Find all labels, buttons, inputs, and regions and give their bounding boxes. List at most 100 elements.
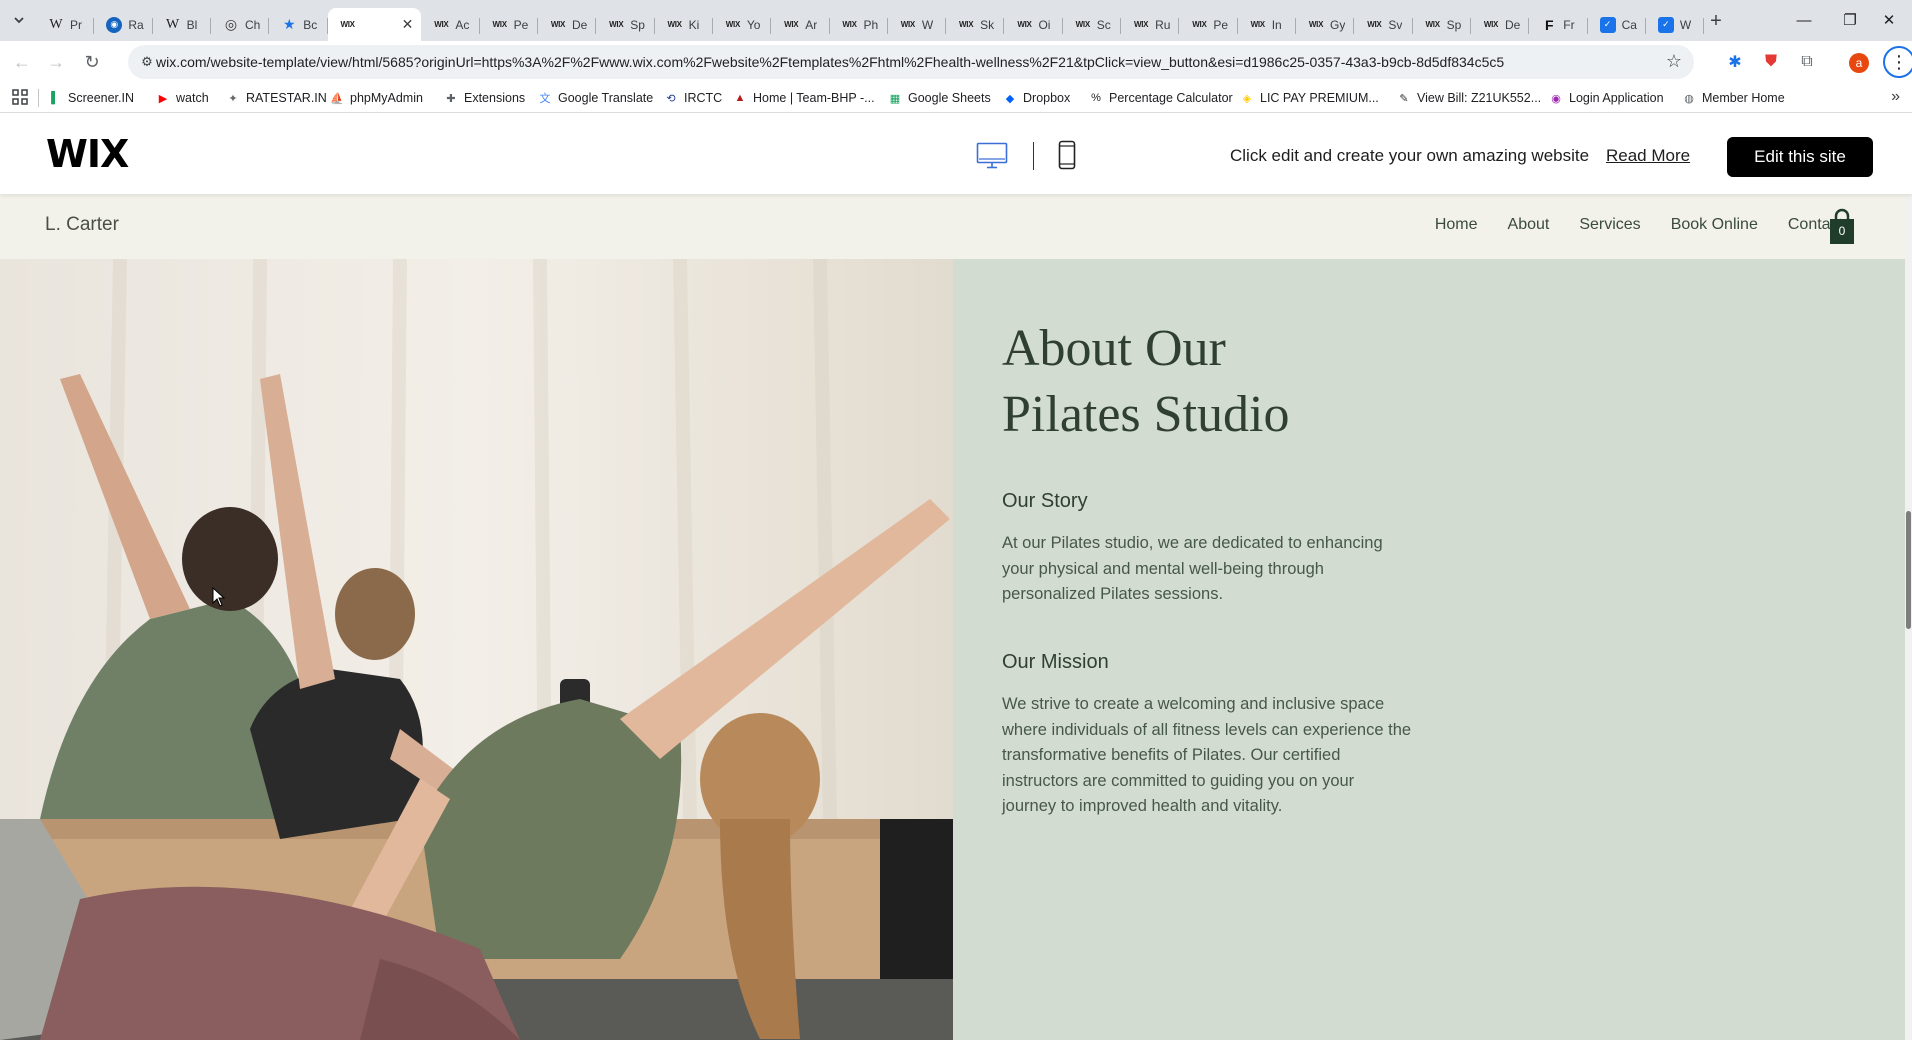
browser-tab[interactable]: WIX Ru: [1121, 8, 1180, 41]
nav-item-book-online[interactable]: Book Online: [1671, 216, 1758, 234]
mobile-view-icon[interactable]: [1058, 140, 1076, 170]
url-text[interactable]: wix.com/website-template/view/html/5685?…: [156, 54, 1504, 70]
tab-title: Sp: [1446, 17, 1462, 32]
browser-tab[interactable]: WIX W: [888, 8, 947, 41]
browser-tab[interactable]: WIX In: [1238, 8, 1297, 41]
browser-tab[interactable]: W Bl: [153, 8, 211, 41]
browser-tab[interactable]: WIX Pe: [480, 8, 538, 41]
browser-tab[interactable]: F Fr: [1529, 8, 1588, 41]
bookmark-label: Percentage Calculator: [1109, 91, 1233, 105]
back-button[interactable]: ←: [8, 48, 36, 76]
tab-title: Ar: [805, 17, 818, 32]
login-icon: ◉: [1551, 92, 1561, 105]
our-story-text: At our Pilates studio, we are dedicated …: [1002, 534, 1383, 603]
about-section: About Our Pilates Studio Our Story At ou…: [953, 259, 1905, 1040]
site-info-icon[interactable]: ⚙: [138, 53, 156, 71]
scrollbar-thumb[interactable]: [1906, 511, 1911, 629]
edit-this-site-button[interactable]: Edit this site: [1727, 137, 1873, 177]
bookmark-item[interactable]: ▌ Screener.IN: [48, 89, 134, 107]
bookmark-item[interactable]: ◈ LIC PAY PREMIUM...: [1240, 89, 1379, 107]
wix-favicon-icon: WIX: [1308, 20, 1324, 29]
extension-icon[interactable]: ✱: [1723, 50, 1747, 74]
ratestar-icon: ✦: [228, 92, 238, 105]
browser-tab[interactable]: WIX Sk: [946, 8, 1005, 41]
tab-title: De: [1504, 17, 1521, 32]
browser-tab[interactable]: WIX Ph: [830, 8, 888, 41]
wix-favicon-icon: WIX: [1250, 20, 1266, 29]
close-tab-icon[interactable]: ✕: [402, 16, 414, 33]
tab-search-button[interactable]: [6, 8, 32, 32]
browser-tab[interactable]: W Pr: [36, 8, 95, 41]
browser-tab[interactable]: WIX De: [1471, 8, 1530, 41]
wix-favicon-icon: WIX: [1017, 20, 1032, 29]
bookmark-item[interactable]: ✦ RATESTAR.IN: [226, 89, 326, 107]
tab-title: Ac: [455, 17, 470, 32]
browser-tab[interactable]: ✓ Ca: [1588, 8, 1646, 41]
bookmark-item[interactable]: ⟲ IRCTC: [664, 89, 722, 107]
address-bar[interactable]: ⚙ wix.com/website-template/view/html/568…: [128, 45, 1694, 79]
browser-tab[interactable]: WIX Pe: [1179, 8, 1238, 41]
site-brand[interactable]: L. Carter: [45, 214, 119, 236]
browser-tab-active[interactable]: WIX ✕: [327, 8, 422, 41]
forward-button[interactable]: →: [42, 48, 70, 76]
bookmarks-bar: » ▌ Screener.IN ▶ watch ✦ RATESTAR.IN ⛵ phpMyAd…: [0, 83, 1912, 113]
nav-item-about[interactable]: About: [1508, 216, 1550, 234]
read-more-link[interactable]: Read More: [1606, 146, 1690, 166]
nav-item-services[interactable]: Services: [1579, 216, 1640, 234]
bookmark-item[interactable]: ◆ Dropbox: [1003, 89, 1070, 107]
tab-title: De: [571, 17, 588, 32]
browser-tab[interactable]: ✓ W: [1646, 8, 1705, 41]
bookmark-item[interactable]: ◉ Login Application: [1549, 89, 1663, 107]
bookmark-label: Home | Team-BHP -...: [753, 91, 875, 105]
apps-grid-icon[interactable]: [12, 89, 28, 105]
wix-favicon-icon: WIX: [667, 20, 682, 29]
minimize-icon: —: [1796, 11, 1812, 29]
browser-tab[interactable]: ★ Bc: [269, 8, 328, 41]
new-tab-button[interactable]: +: [1704, 9, 1728, 33]
browser-tab[interactable]: WIX Gy: [1296, 8, 1355, 41]
wix-favicon-icon: WIX: [784, 20, 799, 29]
wix-favicon-icon: WIX: [1483, 20, 1499, 29]
browser-tab[interactable]: ◉ Ra: [94, 8, 153, 41]
bookmark-star-icon[interactable]: ☆: [1666, 51, 1682, 72]
browser-toolbar: ← → ↻ ⚙ wix.com/website-template/view/ht…: [0, 41, 1912, 83]
bookmark-label: IRCTC: [684, 91, 723, 105]
browser-tab[interactable]: WIX Sp: [596, 8, 655, 41]
close-window-button[interactable]: ✕: [1866, 6, 1912, 34]
bookmark-item[interactable]: ◍ Member Home: [1682, 89, 1784, 107]
minimize-button[interactable]: —: [1781, 6, 1827, 34]
star-favicon-icon: ★: [282, 16, 296, 32]
desktop-view-icon[interactable]: [976, 142, 1008, 170]
bookmark-item[interactable]: ✎ View Bill: Z21UK552...: [1397, 89, 1541, 107]
wix-logo[interactable]: WIX: [46, 132, 129, 176]
bookmark-label: Google Translate: [558, 91, 654, 105]
browser-tab[interactable]: WIX De: [538, 8, 597, 41]
browser-tab[interactable]: ◎ Ch: [211, 8, 270, 41]
shield-icon[interactable]: ⛊: [1759, 50, 1783, 74]
reload-button[interactable]: ↻: [78, 48, 106, 76]
bookmark-item[interactable]: ✚ Extensions: [444, 89, 525, 107]
bookmark-item[interactable]: 文 Google Translate: [538, 89, 654, 107]
tab-title: Sc: [1096, 17, 1111, 32]
browser-tab[interactable]: WIX Ki: [655, 8, 713, 41]
browser-tab[interactable]: WIX Sc: [1063, 8, 1122, 41]
browser-tab[interactable]: WIX Oi: [1004, 8, 1063, 41]
more-bookmarks-icon[interactable]: »: [1891, 88, 1900, 106]
tab-title: Gy: [1330, 17, 1346, 32]
bookmark-item[interactable]: ⛵ phpMyAdmin: [330, 89, 423, 107]
bookmark-item[interactable]: ▦ Google Sheets: [888, 89, 991, 107]
browser-tab[interactable]: WIX Sp: [1413, 8, 1471, 41]
browser-tab[interactable]: WIX Yo: [713, 8, 772, 41]
browser-menu-button[interactable]: ⋮: [1883, 46, 1912, 78]
puzzle-icon[interactable]: ⧉: [1795, 50, 1819, 74]
browser-tab[interactable]: WIX Ac: [421, 8, 480, 41]
browser-tab[interactable]: WIX Ar: [771, 8, 830, 41]
bookmark-item[interactable]: % Percentage Calculator: [1089, 89, 1233, 107]
bookmark-item[interactable]: ▲ Home | Team-BHP -...: [733, 89, 875, 107]
nav-item-home[interactable]: Home: [1435, 216, 1478, 234]
browser-tab[interactable]: WIX Sv: [1354, 8, 1413, 41]
wiki-favicon-icon: W: [49, 16, 63, 32]
profile-avatar[interactable]: a: [1849, 53, 1869, 73]
chat-favicon-icon: ◎: [224, 16, 238, 32]
bookmark-item[interactable]: ▶ watch: [156, 89, 209, 107]
